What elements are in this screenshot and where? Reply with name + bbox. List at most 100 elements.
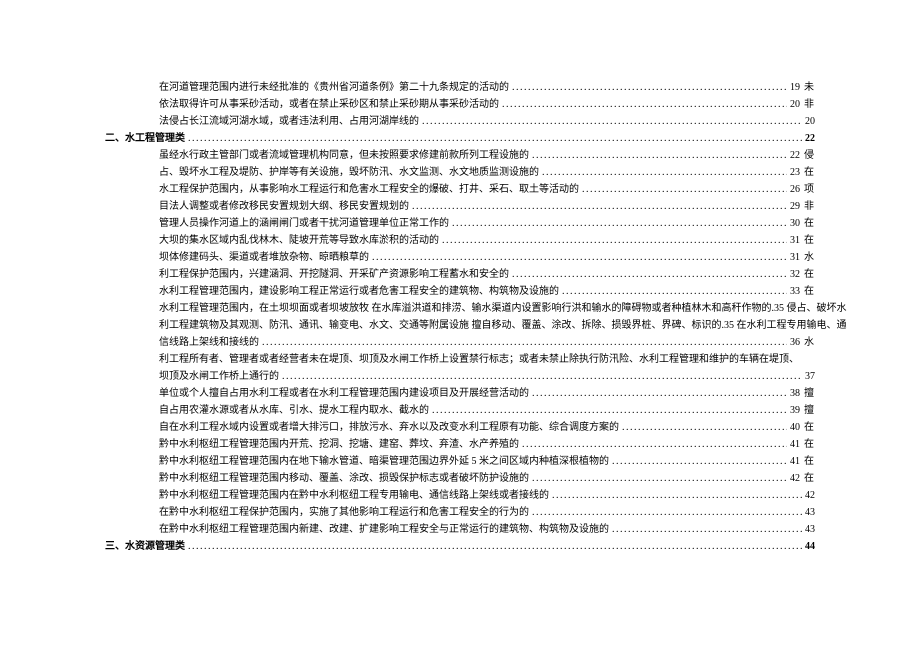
toc-leader-dots <box>519 437 787 454</box>
toc-text: 三、水资源管理类 <box>105 539 185 556</box>
toc-line: 管理人员操作河道上的涵闸闸门或者干扰河道管理单位正常工作的30在 <box>105 216 815 233</box>
toc-suffix-char: 水 <box>800 250 815 267</box>
toc-suffix-char: 非 <box>800 199 815 216</box>
toc-page-number: 23 <box>787 165 800 182</box>
toc-leader-dots <box>539 165 787 182</box>
toc-line: 坝顶及水闸工作桥上通行的 37 <box>105 369 815 386</box>
toc-leader-dots <box>529 386 787 403</box>
toc-page-number: 44 <box>802 539 815 556</box>
toc-line: 水利工程管理范围内，在土坝坝面或者坝坡放牧 在水库溢洪道和排涝、输水渠道内设置影… <box>105 301 815 318</box>
toc-suffix-char: 项 <box>800 182 815 199</box>
toc-text: 黔中水利枢纽工程管理范围内在黔中水利枢纽工程专用输电、通信线路上架线或者接线的 <box>159 488 549 505</box>
toc-leader-dots <box>509 80 787 97</box>
toc-text: 黔中水利枢纽工程管理范围内开荒、挖洞、挖塘、建窑、葬坟、弃渣、水产养殖的 <box>159 437 519 454</box>
toc-line: 利工程建筑物及其观测、防汛、通讯、输变电、水文、交通等附属设施 擅自移动、覆盖、… <box>105 318 815 335</box>
toc-leader-dots <box>619 420 787 437</box>
toc-suffix-char: 在 <box>800 216 815 233</box>
toc-text: 单位或个人擅自占用水利工程或者在水利工程管理范围内建设项目及开展经营活动的 <box>159 386 529 403</box>
toc-text: 水工程保护范围内，从事影响水工程运行和危害水工程安全的爆破、打井、采石、取土等活… <box>159 182 579 199</box>
toc-page-number: 37 <box>802 369 815 386</box>
toc-suffix-char: 在 <box>800 165 815 182</box>
toc-page-number: 22 <box>802 131 815 148</box>
toc-page-number: 19 <box>787 80 800 97</box>
toc-text: 坝顶及水闸工作桥上通行的 <box>159 369 279 386</box>
toc-page-number: 39 <box>787 403 800 420</box>
toc-leader-dots <box>419 114 802 131</box>
toc-suffix-char: 擅 <box>800 386 815 403</box>
toc-leader-dots <box>259 335 787 352</box>
toc-line: 黔中水利枢纽工程管理范围内移动、覆盖、涂改、损毁保护标志或者破坏防护设施的42在 <box>105 471 815 488</box>
toc-page-number: 26 <box>787 182 800 199</box>
toc-leader-dots <box>279 369 802 386</box>
toc-page-number: 31 <box>787 233 800 250</box>
toc-suffix-char: 未 <box>800 80 815 97</box>
toc-page-number: 20 <box>787 97 800 114</box>
toc-page-number: 41 <box>787 454 800 471</box>
toc-text: 目法人调整或者修改移民安置规划大纲、移民安置规划的 <box>159 199 409 216</box>
toc-text: 法侵占长江流域河湖水域，或者违法利用、占用河湖岸线的 <box>159 114 419 131</box>
toc-suffix-char: 在 <box>800 437 815 454</box>
toc-line: 在黔中水利枢纽工程管理范围内新建、改建、扩建影响工程安全与正常运行的建筑物、构筑… <box>105 522 815 539</box>
toc-text: 利工程保护范围内，兴建涵洞、开挖隧洞、开采矿产资源影响工程蓄水和安全的 <box>159 267 509 284</box>
toc-page-number: 36 <box>787 335 800 352</box>
toc-leader-dots <box>499 97 787 114</box>
toc-line: 虽经水行政主管部门或者流域管理机构同意，但未按照要求修建前款所列工程设施的22侵 <box>105 148 815 165</box>
toc-page-number: 43 <box>802 505 815 522</box>
toc-leader-dots <box>529 505 802 522</box>
toc-text: 信线路上架线和接线的 <box>159 335 259 352</box>
toc-suffix-char: 非 <box>800 97 815 114</box>
toc-leader-dots <box>529 471 787 488</box>
toc-leader-dots <box>409 199 787 216</box>
toc-leader-dots <box>509 267 787 284</box>
toc-line: 大坝的集水区域内乱伐林木、陡坡开荒等导致水库淤积的活动的31在 <box>105 233 815 250</box>
toc-text: 大坝的集水区域内乱伐林木、陡坡开荒等导致水库淤积的活动的 <box>159 233 439 250</box>
toc-page-number: 20 <box>802 114 815 131</box>
toc-text: 二、水工程管理类 <box>105 131 185 148</box>
toc-text: 虽经水行政主管部门或者流域管理机构同意，但未按照要求修建前款所列工程设施的 <box>159 148 529 165</box>
toc-text: 管理人员操作河道上的涵闸闸门或者干扰河道管理单位正常工作的 <box>159 216 449 233</box>
toc-suffix-char: 擅 <box>800 403 815 420</box>
toc-line: 目法人调整或者修改移民安置规划大纲、移民安置规划的 29非 <box>105 199 815 216</box>
toc-leader-dots <box>529 148 787 165</box>
toc-text: 自在水利工程水域内设置或者增大排污口，排放污水、弃水以及改变水利工程原有功能、综… <box>159 420 619 437</box>
toc-text: 在河道管理范围内进行未经批准的《贵州省河道条例》第二十九条规定的活动的 <box>159 80 509 97</box>
toc-line: 利工程保护范围内，兴建涵洞、开挖隧洞、开采矿产资源影响工程蓄水和安全的32在 <box>105 267 815 284</box>
toc-text: 黔中水利枢纽工程管理范围内移动、覆盖、涂改、损毁保护标志或者破坏防护设施的 <box>159 471 529 488</box>
toc-page-number: 42 <box>802 488 815 505</box>
toc-text: 自占用农灌水源或者从水库、引水、提水工程内取水、截水的 <box>159 403 429 420</box>
toc-suffix-char: 在 <box>800 284 815 301</box>
toc-text: 利工程所有者、管理者或者经营者未在堤顶、坝顶及水闸工作桥上设置禁行标志；或者未禁… <box>159 352 799 369</box>
toc-page-number: 33 <box>787 284 800 301</box>
toc-line: 三、水资源管理类 44 <box>105 539 815 556</box>
toc-leader-dots <box>369 250 787 267</box>
toc-line: 在黔中水利枢纽工程保护范围内，实施了其他影响工程运行和危害工程安全的行为的43 <box>105 505 815 522</box>
toc-suffix-char: 水 <box>800 335 815 352</box>
toc-line: 自在水利工程水域内设置或者增大排污口，排放污水、弃水以及改变水利工程原有功能、综… <box>105 420 815 437</box>
toc-text: 占、毁坏水工程及堤防、护岸等有关设施，毁坏防汛、水文监测、水文地质监测设施的 <box>159 165 539 182</box>
toc-line: 占、毁坏水工程及堤防、护岸等有关设施，毁坏防汛、水文监测、水文地质监测设施的 23… <box>105 165 815 182</box>
toc-page-number: 29 <box>787 199 800 216</box>
toc-text: 坝体修建码头、渠道或者堆放杂物、晾晒粮草的 <box>159 250 369 267</box>
toc-leader-dots <box>429 403 787 420</box>
table-of-contents: 在河道管理范围内进行未经批准的《贵州省河道条例》第二十九条规定的活动的19未依法… <box>105 80 815 556</box>
toc-leader-dots <box>559 284 787 301</box>
toc-leader-dots <box>439 233 787 250</box>
toc-suffix-char: 在 <box>800 454 815 471</box>
toc-line: 水工程保护范围内，从事影响水工程运行和危害水工程安全的爆破、打井、采石、取土等活… <box>105 182 815 199</box>
toc-leader-dots <box>185 539 802 556</box>
toc-line: 依法取得许可从事采砂活动，或者在禁止采砂区和禁止采砂期从事采砂活动的 20非 <box>105 97 815 114</box>
toc-page-number: 41 <box>787 437 800 454</box>
toc-page-number: 38 <box>787 386 800 403</box>
toc-text: 依法取得许可从事采砂活动，或者在禁止采砂区和禁止采砂期从事采砂活动的 <box>159 97 499 114</box>
toc-page-number: 22 <box>787 148 800 165</box>
toc-page-number: 31 <box>787 250 800 267</box>
toc-text: 利工程建筑物及其观测、防汛、通讯、输变电、水文、交通等附属设施 擅自移动、覆盖、… <box>159 318 847 335</box>
toc-leader-dots <box>449 216 787 233</box>
toc-line: 单位或个人擅自占用水利工程或者在水利工程管理范围内建设项目及开展经营活动的 38擅 <box>105 386 815 403</box>
toc-page-number: 43 <box>802 522 815 539</box>
toc-text: 水利工程管理范围内，建设影响工程正常运行或者危害工程安全的建筑物、构筑物及设施的 <box>159 284 559 301</box>
toc-leader-dots <box>185 131 802 148</box>
toc-line: 黔中水利枢纽工程管理范围内开荒、挖洞、挖塘、建窑、葬坟、弃渣、水产养殖的 41在 <box>105 437 815 454</box>
toc-suffix-char: 在 <box>800 267 815 284</box>
toc-line: 在河道管理范围内进行未经批准的《贵州省河道条例》第二十九条规定的活动的 19未 <box>105 80 815 97</box>
